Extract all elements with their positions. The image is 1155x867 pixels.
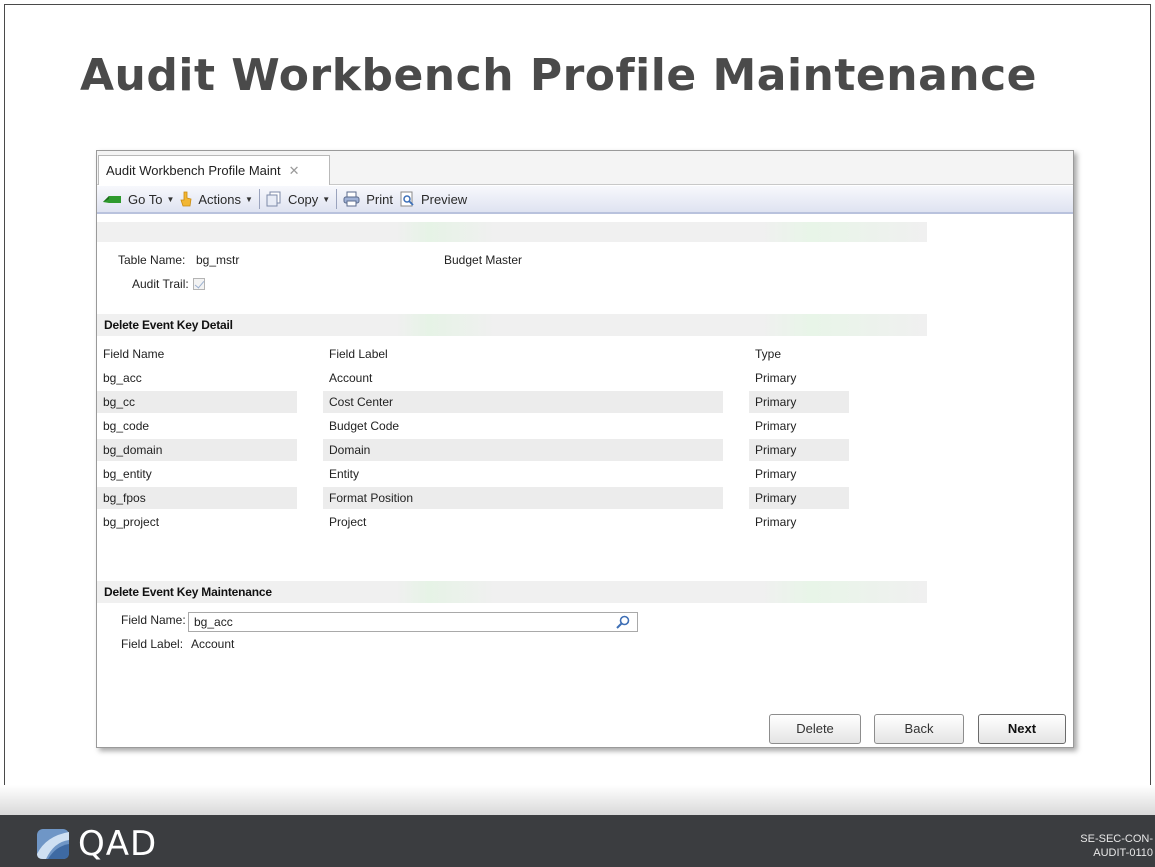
detail-grid-header: Field Name Field Label Type	[97, 343, 857, 365]
table-row[interactable]: bg_fpos Format Position Primary	[97, 487, 857, 509]
toolbar-divider	[336, 189, 338, 209]
slide-footer	[0, 815, 1155, 867]
cell-type: Primary	[755, 371, 797, 385]
chevron-down-icon: ▼	[322, 194, 331, 204]
cell-field-label: Entity	[329, 467, 360, 481]
cell-field-label: Domain	[323, 439, 723, 461]
table-row[interactable]: bg_domain Domain Primary	[97, 439, 857, 461]
qad-logo: QAD	[36, 824, 158, 864]
cell-field-label: Account	[329, 371, 373, 385]
slide-title: Audit Workbench Profile Maintenance	[80, 50, 1038, 101]
chevron-down-icon: ▼	[166, 194, 175, 204]
brand-name: QAD	[78, 824, 158, 864]
cell-field-name: bg_project	[103, 515, 160, 529]
hand-pointer-icon	[180, 191, 192, 207]
table-row[interactable]: bg_project Project Primary	[97, 511, 857, 533]
cell-field-name: bg_acc	[103, 371, 142, 385]
table-row[interactable]: bg_cc Cost Center Primary	[97, 391, 857, 413]
audit-trail-label: Audit Trail:	[132, 277, 189, 291]
slide-code-line-1: SE-SEC-CON-	[1080, 833, 1153, 845]
tab-strip: Audit Workbench Profile Maint ✕	[97, 151, 1073, 185]
column-header-type[interactable]: Type	[749, 343, 849, 365]
printer-icon	[343, 191, 360, 207]
cell-type: Primary	[755, 515, 797, 529]
field-label-value: Account	[191, 637, 235, 651]
field-name-input[interactable]: bg_acc	[188, 612, 638, 632]
cell-type: Primary	[749, 391, 849, 413]
header-band	[97, 222, 927, 242]
cell-field-label: Project	[329, 515, 367, 529]
next-button[interactable]: Next	[978, 714, 1066, 744]
cell-field-name: bg_cc	[97, 391, 297, 413]
toolbar: Go To ▼ Actions ▼ Copy ▼ Print Preview	[97, 186, 1073, 214]
print-button[interactable]: Print	[340, 188, 396, 210]
copy-menu-button[interactable]: Copy ▼	[263, 188, 333, 210]
maintenance-section-title: Delete Event Key Maintenance	[104, 585, 272, 599]
field-name-label: Field Name:	[121, 613, 186, 627]
table-description: Budget Master	[444, 253, 523, 267]
app-window: Audit Workbench Profile Maint ✕ Go To ▼ …	[96, 150, 1074, 748]
cell-field-label: Cost Center	[323, 391, 723, 413]
goto-label: Go To	[128, 191, 163, 207]
cell-field-label: Budget Code	[329, 419, 400, 433]
preview-icon	[400, 191, 414, 207]
footer-gradient	[0, 785, 1155, 815]
actions-label: Actions	[198, 191, 242, 207]
toolbar-divider	[258, 189, 260, 209]
maintenance-section-header: Delete Event Key Maintenance	[97, 581, 927, 603]
cell-field-name: bg_entity	[103, 467, 152, 481]
cell-field-name: bg_fpos	[97, 487, 297, 509]
delete-button[interactable]: Delete	[769, 714, 861, 744]
column-header-field-name[interactable]: Field Name	[97, 343, 297, 365]
go-to-arrow-icon	[103, 196, 121, 203]
slide-code: SE-SEC-CON- AUDIT-0110	[1043, 832, 1153, 860]
print-label: Print	[366, 191, 393, 207]
table-name-label: Table Name:	[118, 253, 186, 267]
tab-audit-workbench-profile-maint[interactable]: Audit Workbench Profile Maint ✕	[98, 155, 330, 185]
preview-label: Preview	[420, 191, 468, 207]
search-icon[interactable]	[615, 614, 631, 630]
back-button[interactable]: Back	[874, 714, 964, 744]
detail-section-title: Delete Event Key Detail	[104, 318, 233, 332]
copy-icon	[266, 191, 281, 207]
table-name-value: bg_mstr	[196, 253, 240, 267]
cell-field-name: bg_code	[103, 419, 150, 433]
cell-field-label: Format Position	[323, 487, 723, 509]
chevron-down-icon: ▼	[245, 194, 253, 204]
cell-type: Primary	[749, 439, 849, 461]
detail-section-header: Delete Event Key Detail	[97, 314, 927, 336]
cell-field-name: bg_domain	[97, 439, 297, 461]
field-label-label: Field Label:	[121, 637, 184, 651]
slide-code-line-2: AUDIT-0110	[1093, 847, 1153, 859]
preview-button[interactable]: Preview	[396, 188, 470, 210]
qad-logo-icon	[37, 829, 69, 859]
column-header-field-label[interactable]: Field Label	[323, 343, 723, 365]
cell-type: Primary	[755, 419, 797, 433]
tab-label: Audit Workbench Profile Maint	[106, 163, 281, 178]
table-row[interactable]: bg_acc Account Primary	[97, 367, 857, 389]
cell-type: Primary	[749, 487, 849, 509]
table-row[interactable]: bg_code Budget Code Primary	[97, 415, 857, 437]
actions-menu-button[interactable]: Actions ▼	[177, 188, 256, 210]
table-row[interactable]: bg_entity Entity Primary	[97, 463, 857, 485]
cell-type: Primary	[755, 467, 797, 481]
goto-menu-button[interactable]: Go To ▼	[99, 188, 177, 210]
close-icon[interactable]: ✕	[289, 163, 300, 179]
copy-label: Copy	[287, 191, 319, 207]
audit-trail-checkbox[interactable]	[193, 278, 205, 290]
